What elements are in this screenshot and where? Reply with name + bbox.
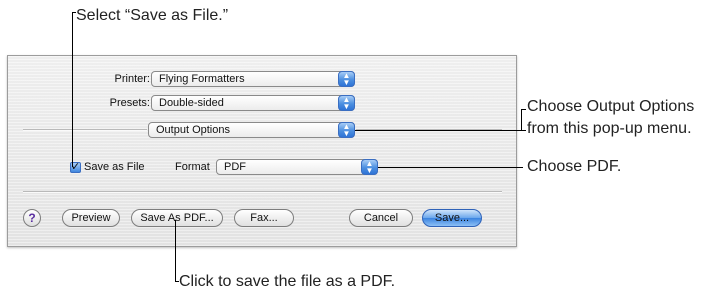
callout-choose-pdf: Choose PDF. — [527, 158, 622, 175]
leader-tick-output-options-bottom — [521, 130, 526, 131]
callout-select-save-as-file: Select “Save as File.” — [76, 7, 229, 24]
leader-line-save-as-file — [72, 12, 73, 167]
popup-arrows-icon: ▲ ▼ — [338, 122, 355, 138]
cancel-button[interactable]: Cancel — [349, 209, 413, 227]
presets-label: Presets: — [109, 97, 150, 109]
format-popup[interactable]: PDF ▲ ▼ — [216, 159, 378, 175]
popup-arrows-icon: ▲ ▼ — [361, 159, 378, 175]
format-label: Format — [175, 161, 210, 173]
help-button[interactable]: ? — [23, 209, 41, 227]
leader-tick-output-options-top — [521, 109, 526, 110]
printer-popup-value: Flying Formatters — [159, 73, 245, 85]
leader-line-save-as-pdf — [175, 220, 176, 282]
section-popup-value: Output Options — [156, 124, 230, 136]
format-popup-value: PDF — [224, 161, 246, 173]
bottom-separator — [23, 191, 502, 193]
printer-label: Printer: — [114, 73, 150, 85]
callout-output-options-line1: Choose Output Options — [527, 98, 695, 115]
save-button[interactable]: Save... — [422, 209, 482, 227]
save-as-pdf-button[interactable]: Save As PDF... — [131, 209, 223, 227]
print-dialog: Printer: Flying Formatters ▲ ▼ Presets: D… — [7, 55, 517, 247]
fax-button[interactable]: Fax... — [234, 209, 294, 227]
section-popup[interactable]: Output Options ▲ ▼ — [148, 122, 355, 138]
callout-output-options-line2: from this pop-up menu. — [527, 120, 692, 137]
popup-arrows-icon: ▲ ▼ — [338, 95, 355, 111]
preview-button[interactable]: Preview — [62, 209, 120, 227]
leader-line-output-options-v — [521, 109, 522, 131]
callout-save-as-pdf: Click to save the file as a PDF. — [179, 273, 396, 290]
presets-popup-value: Double-sided — [159, 97, 224, 109]
section-separator-left — [23, 129, 147, 131]
question-mark-icon: ? — [28, 211, 36, 225]
leader-tick-save-as-pdf — [175, 281, 179, 282]
save-as-file-label: Save as File — [84, 161, 145, 173]
leader-tick-save-as-file — [72, 12, 76, 13]
printer-popup[interactable]: Flying Formatters ▲ ▼ — [151, 71, 355, 87]
popup-arrows-icon: ▲ ▼ — [338, 71, 355, 87]
presets-popup[interactable]: Double-sided ▲ ▼ — [151, 95, 355, 111]
leader-line-output-options — [355, 130, 521, 131]
leader-line-choose-pdf — [378, 167, 523, 168]
